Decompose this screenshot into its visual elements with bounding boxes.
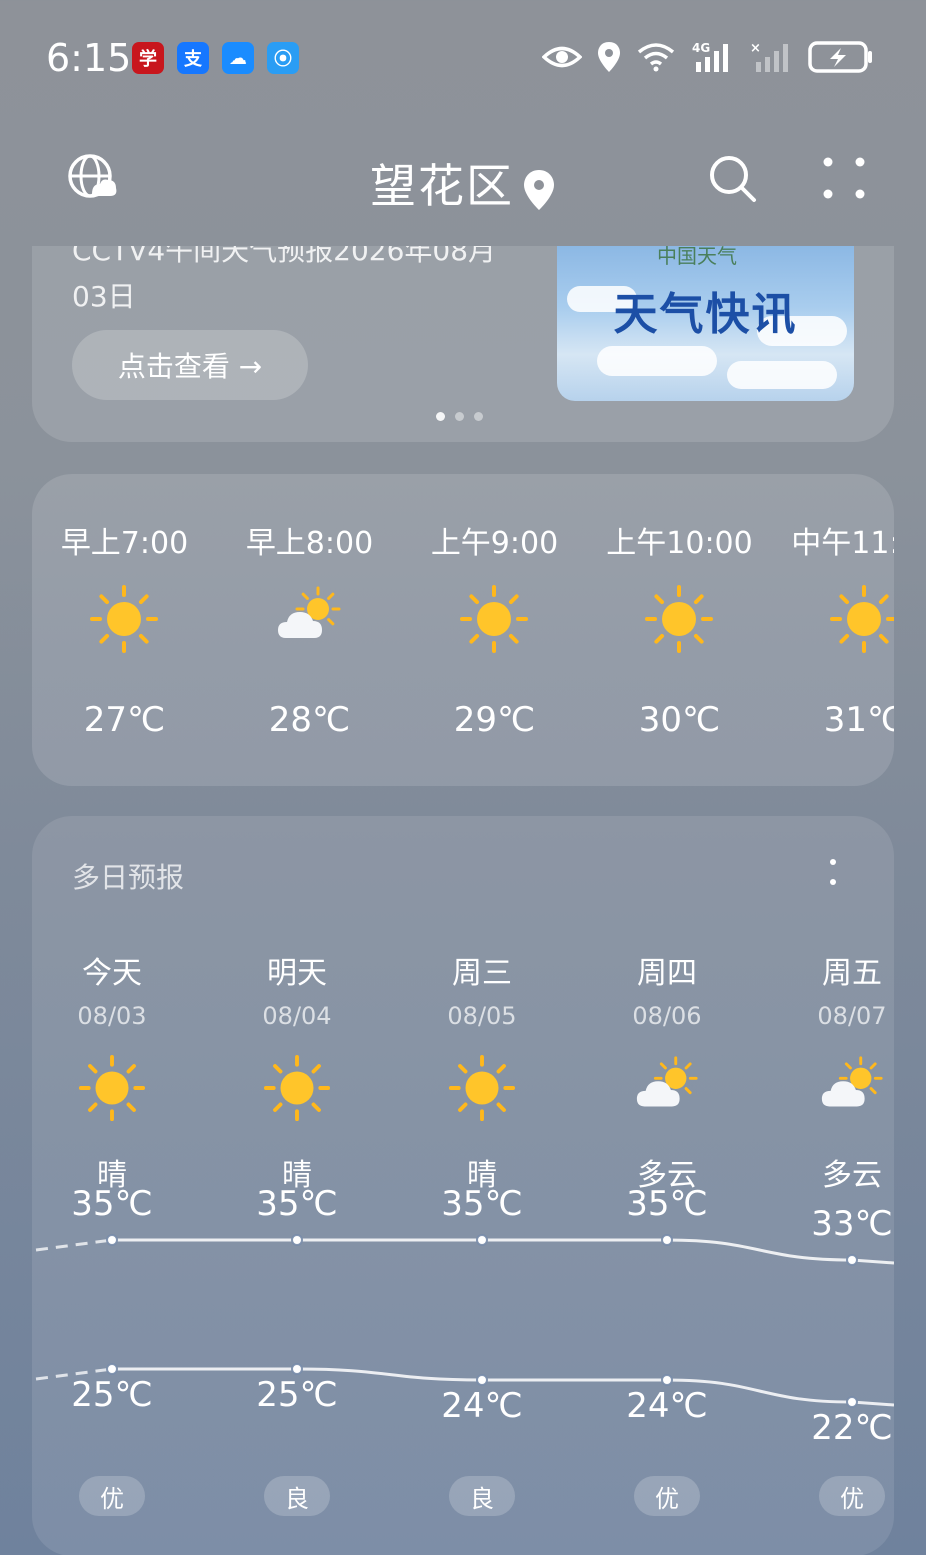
status-bar: 6:15 学 支 ☁ ⦿ 4G × (0, 0, 926, 110)
location-icon (598, 42, 620, 72)
weather-news-card[interactable]: CCTV4午间天气预报2026年08月03日 点击查看 → 中国天气 天气快讯 (32, 246, 894, 442)
day-name: 周三 (452, 956, 512, 991)
alipay-icon: 支 (177, 42, 209, 74)
day-high-temp: 35℃ (626, 1184, 708, 1224)
hour-temp: 27℃ (83, 700, 166, 740)
more-options-icon[interactable] (820, 154, 868, 202)
app-header: 望花区 (0, 120, 926, 230)
hourly-item: 早上8:00 28℃ (217, 474, 402, 786)
status-indicators: 4G × (542, 40, 874, 74)
study-app-icon: 学 (132, 42, 164, 74)
carousel-dots (436, 412, 483, 421)
svg-text:×: × (750, 41, 761, 56)
signal-4g-icon: 4G (692, 41, 728, 72)
wifi-icon (637, 43, 675, 72)
daily-item: 周四 08/06 多云 35℃ 24℃ 优 (587, 816, 747, 1555)
day-date: 08/06 (632, 1002, 702, 1030)
day-date: 08/04 (262, 1002, 332, 1030)
sunny-icon (644, 584, 714, 654)
partly-cloudy-icon (818, 1054, 886, 1122)
partly-cloudy-icon (633, 1054, 701, 1122)
hour-time: 早上7:00 (60, 526, 189, 561)
day-name: 周四 (637, 956, 697, 991)
thumbnail-headline: 天气快讯 (613, 289, 798, 340)
status-time: 6:15 (46, 36, 132, 80)
hourly-item: 上午9:00 29℃ (402, 474, 587, 786)
hour-time: 早上8:00 (245, 526, 374, 561)
day-high-temp: 35℃ (256, 1184, 338, 1224)
day-name: 今天 (82, 956, 142, 991)
news-thumbnail[interactable]: 中国天气 天气快讯 (557, 246, 854, 401)
sunny-icon (459, 584, 529, 654)
hour-temp: 28℃ (268, 700, 351, 740)
aqi-badge: 良 (264, 1476, 330, 1516)
day-low-temp: 24℃ (626, 1386, 708, 1426)
battery-charging-icon (808, 41, 872, 73)
day-date: 08/05 (447, 1002, 517, 1030)
hour-temp: 31℃ (823, 700, 894, 740)
browser-app-icon: ⦿ (267, 42, 299, 74)
hour-temp: 29℃ (453, 700, 536, 740)
signal-no-sim-icon: × (750, 41, 788, 72)
hourly-forecast-card[interactable]: 早上7:00 27℃ 早上8:00 28℃ 上午9:00 29℃ 上午10:00… (32, 474, 894, 786)
day-low-temp: 22℃ (811, 1408, 893, 1448)
day-name: 明天 (267, 956, 327, 991)
sunny-icon (89, 584, 159, 654)
sunny-icon (78, 1054, 146, 1122)
day-date: 08/03 (77, 1002, 147, 1030)
aqi-badge: 优 (634, 1476, 700, 1516)
sunny-icon (263, 1054, 331, 1122)
view-news-button[interactable]: 点击查看 → (72, 330, 308, 400)
aqi-badge: 优 (79, 1476, 145, 1516)
carousel-dot (436, 412, 445, 421)
sunny-icon (448, 1054, 516, 1122)
aqi-badge: 优 (819, 1476, 885, 1516)
hourly-item: 上午10:00 30℃ (587, 474, 772, 786)
day-date: 08/07 (817, 1002, 887, 1030)
hour-time: 上午10:00 (606, 526, 753, 561)
daily-item: 明天 08/04 晴 35℃ 25℃ 良 (217, 816, 377, 1555)
svg-text:4G: 4G (692, 41, 710, 55)
hour-time: 上午9:00 (430, 526, 559, 561)
hour-temp: 30℃ (638, 700, 721, 740)
hour-time: 中午11:00 (791, 526, 894, 561)
hourly-item: 中午11:00 31℃ (772, 474, 894, 786)
status-app-icons: 学 支 ☁ ⦿ (132, 42, 299, 74)
daily-item: 今天 08/03 晴 35℃ 25℃ 优 (32, 816, 192, 1555)
carousel-dot (455, 412, 464, 421)
location-pin-icon (524, 169, 554, 210)
day-high-temp: 35℃ (441, 1184, 523, 1224)
city-title[interactable]: 望花区 (0, 150, 926, 216)
weather-app-icon: ☁ (222, 42, 254, 74)
search-icon[interactable] (708, 154, 758, 204)
aqi-badge: 良 (449, 1476, 515, 1516)
day-low-temp: 24℃ (441, 1386, 523, 1426)
sunny-icon (829, 584, 894, 654)
thumbnail-brand: 中国天气 (657, 246, 737, 268)
carousel-dot (474, 412, 483, 421)
partly-cloudy-icon (274, 584, 344, 654)
news-title: CCTV4午间天气预报2026年08月03日 (72, 246, 497, 313)
hourly-item: 早上7:00 27℃ (32, 474, 217, 786)
day-low-temp: 25℃ (256, 1375, 338, 1415)
day-name: 周五 (822, 956, 882, 991)
daily-item: 周五 08/07 多云 33℃ 22℃ 优 (772, 816, 894, 1555)
day-high-temp: 35℃ (71, 1184, 153, 1224)
city-name: 望花区 (370, 159, 514, 213)
eye-icon (542, 46, 582, 68)
multi-day-forecast-card[interactable]: 多日预报 今天 08/03 晴 35℃ 25℃ 优 明天 08/04 晴 35℃… (32, 816, 894, 1555)
day-weather: 多云 (822, 1158, 882, 1193)
day-low-temp: 25℃ (71, 1375, 153, 1415)
daily-item: 周三 08/05 晴 35℃ 24℃ 良 (402, 816, 562, 1555)
day-high-temp: 33℃ (811, 1204, 893, 1244)
